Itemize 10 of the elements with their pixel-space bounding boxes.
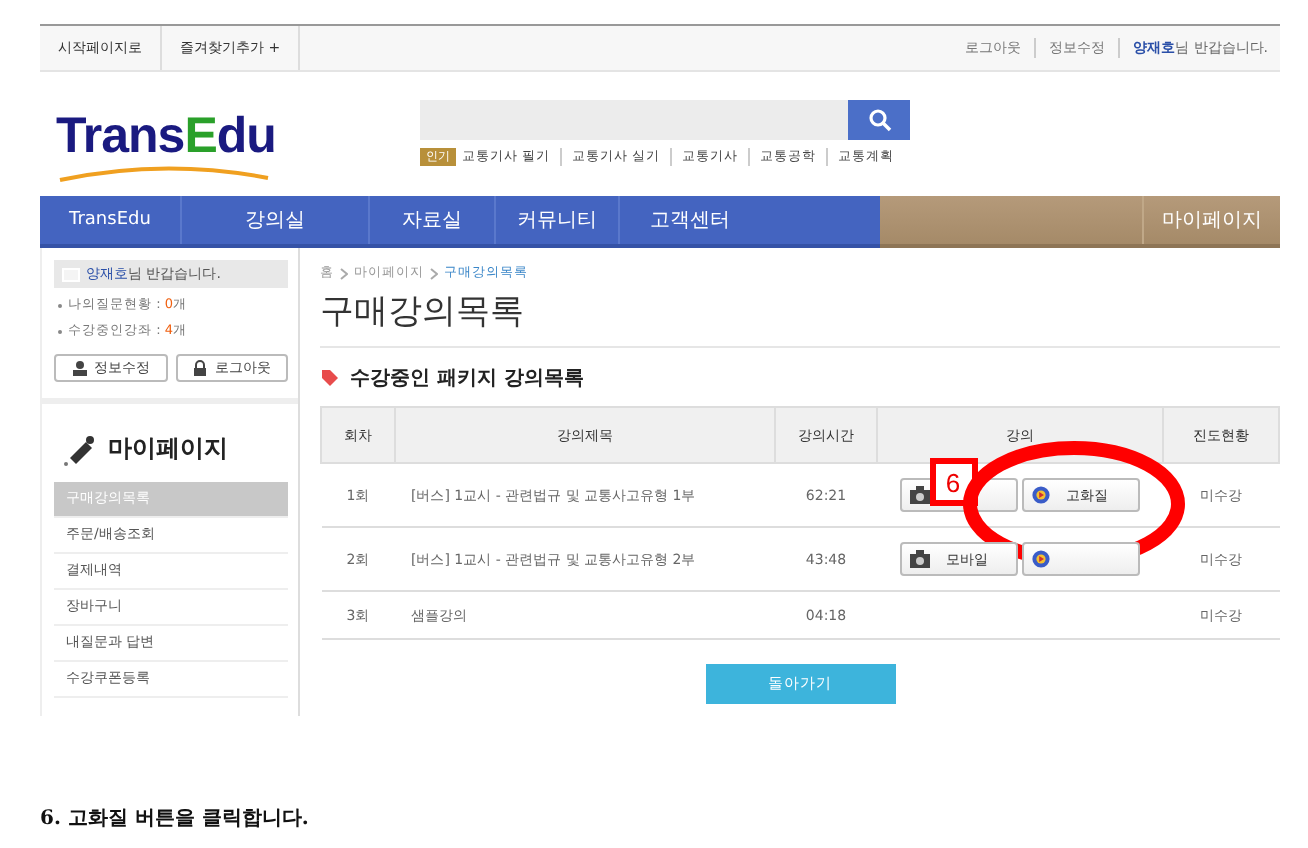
nav-item[interactable]: 고객센터 <box>620 196 760 244</box>
nav-item[interactable]: 자료실 <box>370 196 496 244</box>
section-title: 수강중인 패키지 강의목록 <box>350 366 584 392</box>
nav-item[interactable]: 커뮤니티 <box>496 196 620 244</box>
sidebar-title: 마이페이지 <box>108 432 228 466</box>
logo[interactable]: TransEdu <box>56 108 280 188</box>
page-title: 구매강의목록 <box>320 288 1280 348</box>
nav-item[interactable]: 강의실 <box>182 196 370 244</box>
nav-item[interactable]: TransEdu <box>40 196 182 244</box>
caption-text: 6. 고화질 버튼을 클릭합니다. <box>40 806 311 832</box>
